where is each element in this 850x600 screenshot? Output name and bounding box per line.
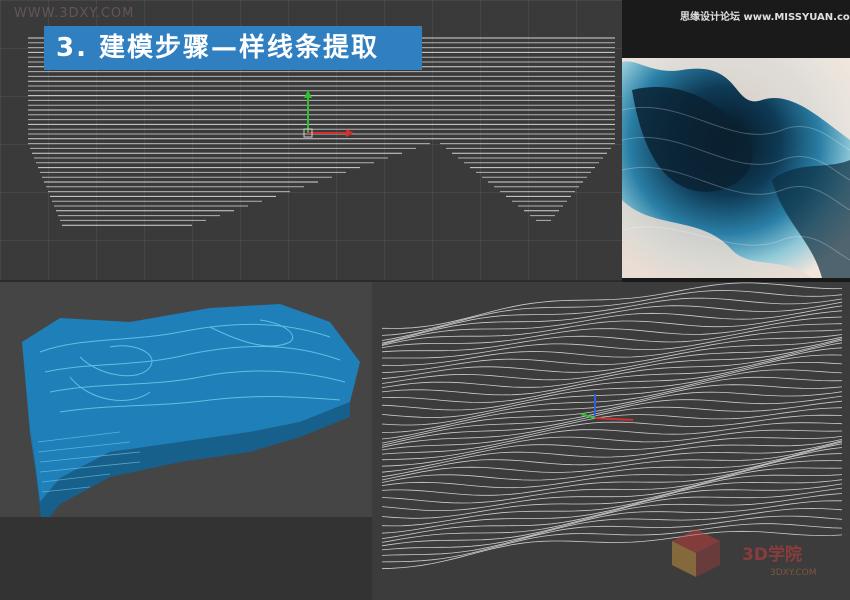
reference-image-panel: 思缘设计论坛 www.MISSYUAN.com (622, 0, 850, 282)
watermark-top-left: WWW.3DXY.COM (14, 6, 135, 21)
viewport-floor-strip (0, 517, 372, 600)
wire-contour (381, 334, 843, 366)
title-banner: 3. 建模步骤—样线条提取 (44, 26, 422, 70)
3d-academy-logo-icon (672, 529, 720, 577)
wire-contour (381, 483, 843, 534)
layered-terrain-image (622, 0, 850, 282)
wire-contour (381, 493, 843, 543)
watermark-bottom-right: 3D学院 (742, 545, 802, 565)
watermark-bottom-right-sub: 3DXY.COM (770, 568, 817, 578)
wire-contour (382, 329, 843, 359)
wire-contour (381, 301, 843, 344)
wire-contour (381, 487, 843, 539)
wireframe-terrain-viewport[interactable]: 3D学院 3DXY.COM (372, 282, 850, 600)
wire-contour (381, 336, 843, 373)
watermark-top-right: 思缘设计论坛 www.MISSYUAN.com (680, 12, 850, 23)
wire-contour (381, 297, 843, 341)
transform-gizmo-icon[interactable] (577, 390, 637, 434)
wire-contour (381, 347, 843, 396)
transform-gizmo-icon[interactable] (298, 88, 358, 144)
top-viewport[interactable]: 3. 建模步骤—样线条提取 WWW.3DXY.COM (0, 0, 622, 280)
shaded-terrain-viewport[interactable] (0, 282, 372, 600)
